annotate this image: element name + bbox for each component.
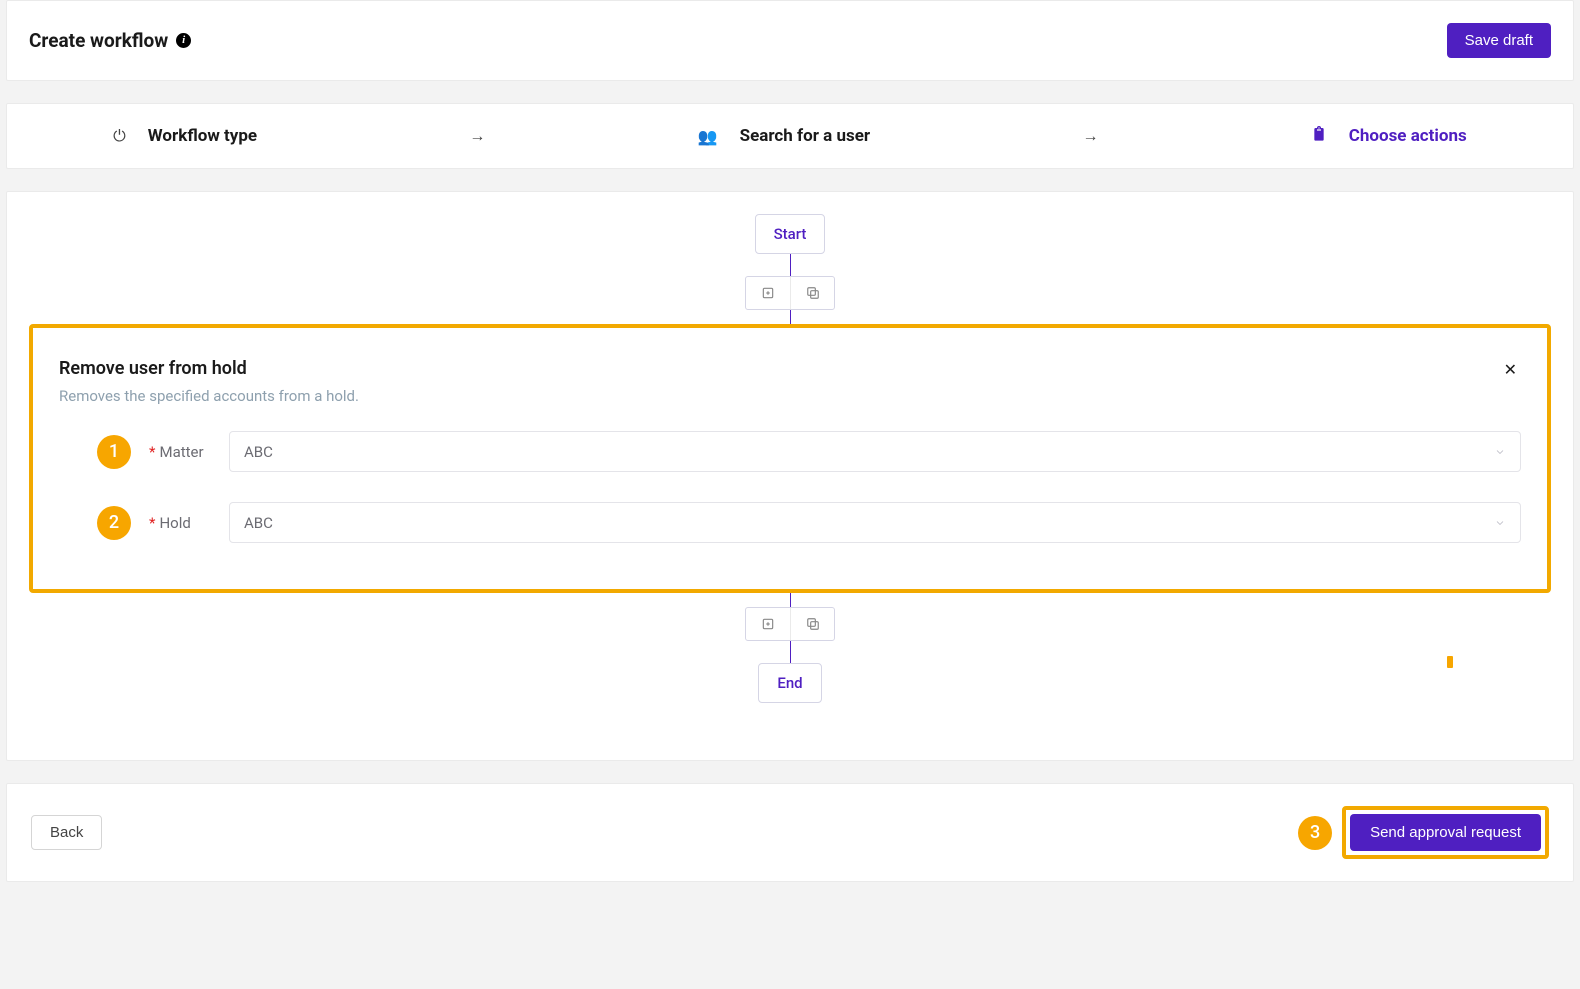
add-template-button[interactable] [790,608,834,640]
canvas-panel: Start Remove user from hold ✕ Removes th… [6,191,1574,761]
footer-badge-3: 3 [1298,816,1332,850]
send-approval-button[interactable]: Send approval request [1350,814,1541,851]
end-node[interactable]: End [758,663,821,703]
required-marker: * [149,443,155,461]
chevron-down-icon [1494,517,1506,529]
connector-line [790,593,791,607]
arrow-right-icon: → [469,126,485,146]
step-search-user[interactable]: 👥 Search for a user [698,126,870,146]
add-toolbox-top [745,276,835,310]
step-choose-actions[interactable]: Choose actions [1311,126,1467,146]
action-card: Remove user from hold ✕ Removes the spec… [29,324,1551,593]
save-draft-button[interactable]: Save draft [1447,23,1551,58]
hold-label: *Hold [149,514,211,532]
action-card-header: Remove user from hold ✕ [59,358,1521,381]
send-highlight-frame: Send approval request [1342,806,1549,859]
close-icon[interactable]: ✕ [1500,358,1521,381]
step-label-search-user: Search for a user [740,126,871,146]
matter-select-value: ABC [244,443,273,461]
connector-line [790,254,791,276]
arrow-right-icon: → [1082,126,1098,146]
hold-label-text: Hold [159,514,190,532]
step-label-choose-actions: Choose actions [1349,126,1467,146]
connector-line [790,641,791,663]
field-badge-1: 1 [97,435,131,469]
page-title: Create workflow [29,29,168,52]
users-icon: 👥 [698,127,718,146]
start-node[interactable]: Start [755,214,826,254]
matter-label-text: Matter [159,443,203,461]
power-icon: ⏻ [113,126,126,146]
steps-panel: ⏻ Workflow type → 👥 Search for a user → … [6,103,1574,169]
add-template-button[interactable] [790,277,834,309]
back-button[interactable]: Back [31,815,102,850]
step-label-workflow-type: Workflow type [148,126,257,146]
decorative-marker [1447,656,1453,668]
action-card-title: Remove user from hold [59,358,247,379]
clipboard-icon [1311,126,1327,146]
flow-column: Start Remove user from hold ✕ Removes th… [29,214,1551,703]
connector-line [790,310,791,324]
hold-select-value: ABC [244,514,273,532]
info-icon[interactable]: i [176,33,191,48]
footer-panel: Back 3 Send approval request [6,783,1574,882]
footer-right-group: 3 Send approval request [1298,806,1549,859]
add-step-button[interactable] [746,608,790,640]
matter-select[interactable]: ABC [229,431,1521,472]
action-card-wrap: Remove user from hold ✕ Removes the spec… [29,324,1551,593]
step-workflow-type[interactable]: ⏻ Workflow type [113,126,257,146]
hold-select[interactable]: ABC [229,502,1521,543]
header-title-group: Create workflow i [29,29,191,52]
chevron-down-icon [1494,446,1506,458]
add-toolbox-bottom [745,607,835,641]
form-row-matter: 1 *Matter ABC [59,431,1521,472]
action-card-description: Removes the specified accounts from a ho… [59,387,1521,405]
form-row-hold: 2 *Hold ABC [59,502,1521,543]
required-marker: * [149,514,155,532]
field-badge-2: 2 [97,506,131,540]
header-panel: Create workflow i Save draft [6,0,1574,81]
add-step-button[interactable] [746,277,790,309]
matter-label: *Matter [149,443,211,461]
